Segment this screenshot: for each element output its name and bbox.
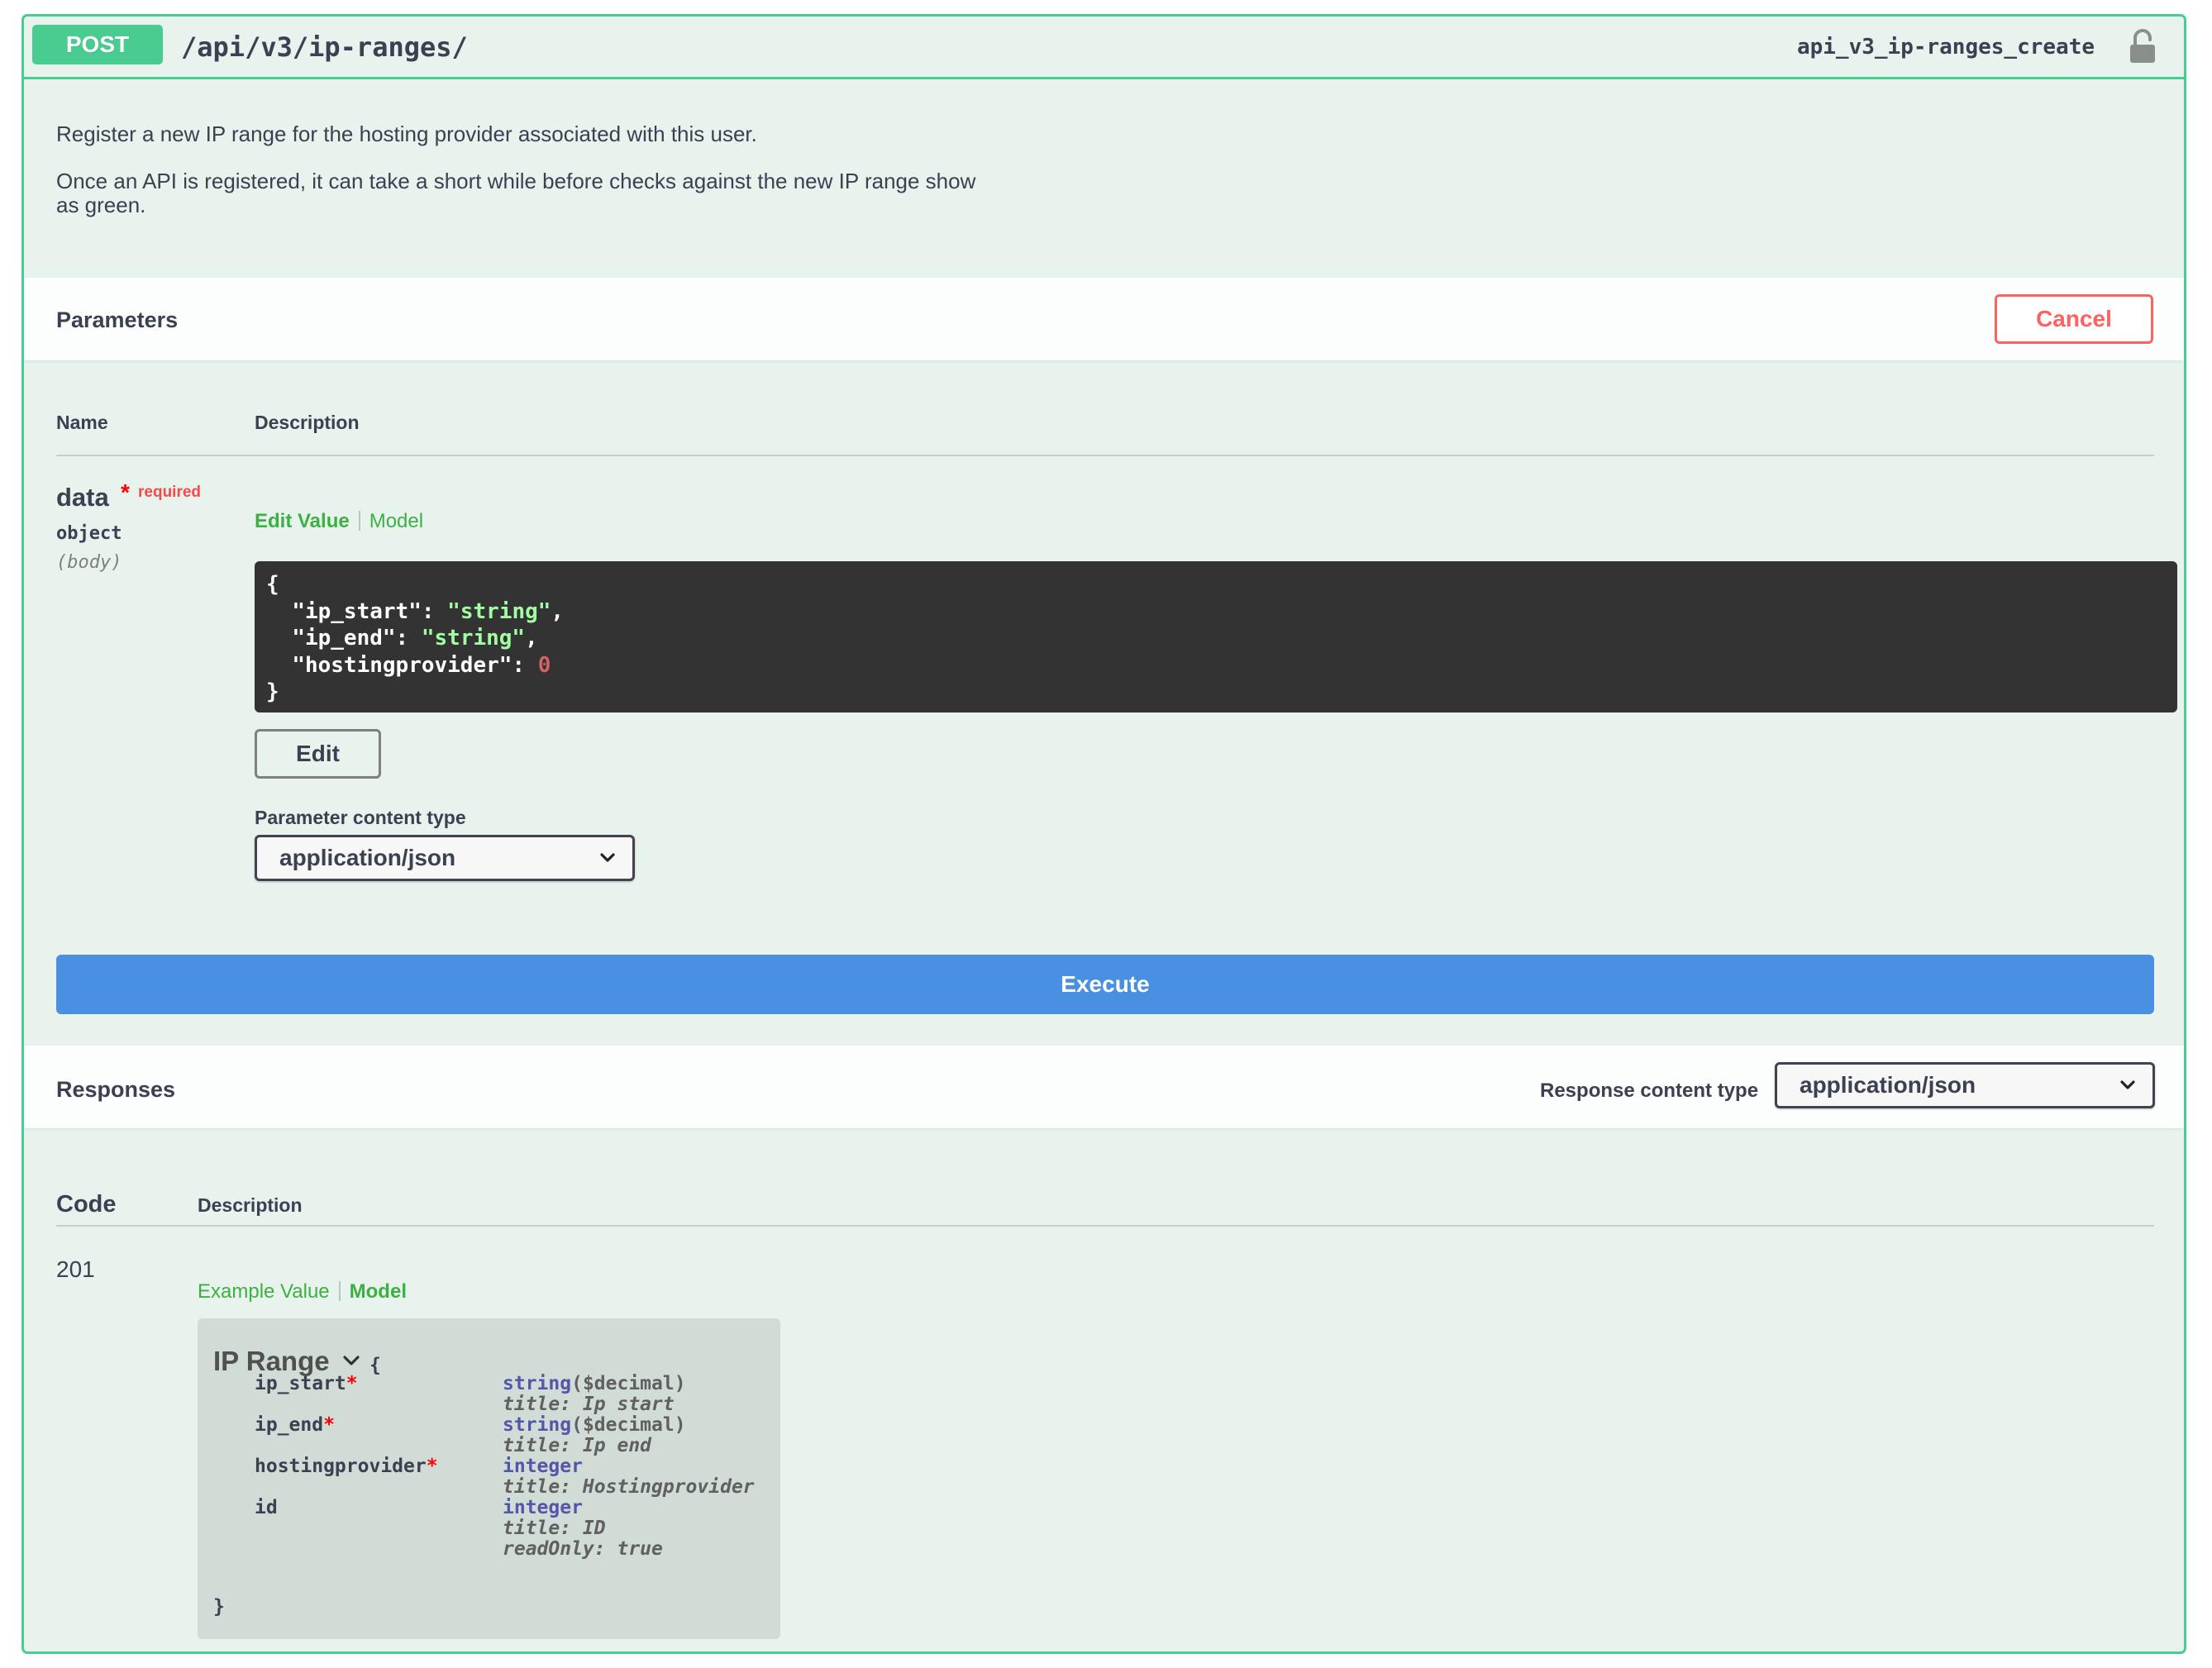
json-brace: }: [266, 679, 279, 704]
property-type: integer: [503, 1456, 583, 1477]
json-key: "hostingprovider": [292, 652, 512, 678]
json-comma: ,: [525, 626, 538, 651]
property-name: hostingprovider: [255, 1456, 427, 1477]
chevron-down-icon: [2120, 1080, 2135, 1089]
cancel-button[interactable]: Cancel: [1995, 294, 2153, 344]
property-name: ip_start: [255, 1373, 346, 1394]
responses-header: Responses Response content type applicat…: [24, 1046, 2184, 1128]
property-name: id: [255, 1497, 278, 1518]
model-property-type: string($decimal): [503, 1373, 686, 1394]
model-schema: IP Range { ip_start* string($decimal) ti…: [198, 1318, 780, 1639]
operation-path: /api/v3/ip-ranges/: [181, 31, 468, 63]
model-property-type: integer: [503, 1497, 583, 1518]
select-value: application/json: [279, 845, 456, 870]
column-header-name: Name: [56, 412, 108, 433]
json-comma: ,: [551, 598, 565, 624]
model-property-name: ip_end*: [255, 1414, 335, 1436]
response-content-type-select[interactable]: application/json: [1775, 1062, 2155, 1108]
model-property-name: hostingprovider*: [255, 1456, 438, 1477]
model-property-meta: title: ID: [503, 1518, 606, 1539]
method-badge: POST: [32, 25, 163, 64]
model-brace-close: }: [213, 1596, 225, 1618]
model-property-type: integer: [503, 1456, 583, 1477]
response-content-type-label: Response content type: [1540, 1079, 1759, 1102]
response-tabs: Example Value Model: [198, 1280, 407, 1303]
responses-title: Responses: [56, 1077, 176, 1102]
required-star: *: [426, 1456, 438, 1477]
model-property-name: id: [255, 1497, 278, 1518]
model-property-type: string($decimal): [503, 1414, 686, 1436]
json-value: 0: [537, 652, 551, 678]
request-body-example[interactable]: { "ip_start": "string", "ip_end": "strin…: [255, 561, 2177, 712]
chevron-down-icon[interactable]: [342, 1355, 360, 1368]
property-format: ($decimal): [571, 1373, 686, 1394]
model-property-meta: title: Hostingprovider: [503, 1476, 755, 1498]
model-property-name: ip_start*: [255, 1373, 358, 1394]
parameter-location: (body): [56, 552, 122, 573]
operation-block-post-ip-ranges: POST /api/v3/ip-ranges/ api_v3_ip-ranges…: [21, 14, 2186, 1654]
lock-icon[interactable]: [2126, 28, 2159, 64]
tab-divider: [358, 511, 360, 531]
column-header-description: Description: [198, 1194, 303, 1216]
page: POST /api/v3/ip-ranges/ api_v3_ip-ranges…: [0, 0, 2212, 1668]
tab-divider: [338, 1281, 341, 1301]
description-paragraph: Once an API is registered, it can take a…: [56, 169, 976, 217]
parameter-name: data: [56, 483, 109, 512]
tab-model[interactable]: Model: [369, 510, 423, 532]
required-star: *: [121, 479, 130, 505]
description-paragraph: Register a new IP range for the hosting …: [56, 122, 757, 146]
property-type: string: [503, 1414, 572, 1436]
edit-button[interactable]: Edit: [255, 729, 381, 779]
tab-example-value[interactable]: Example Value: [198, 1280, 330, 1303]
json-value: "string": [421, 626, 526, 651]
column-header-description: Description: [255, 412, 360, 433]
execute-button[interactable]: Execute: [56, 955, 2154, 1014]
property-format: ($decimal): [571, 1414, 686, 1436]
json-key: "ip_end": [292, 626, 396, 651]
model-property-meta: title: Ip start: [503, 1394, 675, 1415]
chevron-down-icon: [600, 853, 615, 862]
tab-edit-value[interactable]: Edit Value: [255, 510, 350, 532]
json-key: "ip_start": [292, 598, 422, 624]
parameter-tabs: Edit Value Model: [255, 510, 423, 533]
response-code: 201: [56, 1256, 95, 1282]
required-label: required: [138, 484, 202, 501]
column-header-code: Code: [56, 1191, 117, 1218]
required-star: *: [346, 1373, 358, 1394]
operation-summary[interactable]: POST /api/v3/ip-ranges/ api_v3_ip-ranges…: [24, 17, 2184, 79]
property-name: ip_end: [255, 1414, 324, 1436]
parameters-header: Parameters Cancel: [24, 278, 2184, 360]
table-divider: [56, 455, 2154, 456]
json-brace: {: [266, 572, 279, 597]
select-value: application/json: [1800, 1072, 1976, 1098]
parameter-type: object: [56, 523, 122, 544]
json-value: "string": [447, 598, 551, 624]
model-brace-open: {: [369, 1355, 381, 1376]
property-type: string: [503, 1373, 572, 1394]
operation-id: api_v3_ip-ranges_create: [1796, 35, 2095, 60]
parameter-content-type-label: Parameter content type: [255, 807, 466, 828]
parameters-title: Parameters: [56, 307, 179, 332]
parameter-content-type-select[interactable]: application/json: [255, 835, 635, 881]
table-divider: [56, 1225, 2154, 1227]
required-star: *: [323, 1414, 335, 1436]
property-type: integer: [503, 1497, 583, 1518]
model-property-meta: readOnly: true: [503, 1538, 663, 1560]
operation-description: Register a new IP range for the hosting …: [56, 122, 999, 241]
tab-model[interactable]: Model: [350, 1280, 407, 1303]
model-property-meta: title: Ip end: [503, 1435, 652, 1456]
